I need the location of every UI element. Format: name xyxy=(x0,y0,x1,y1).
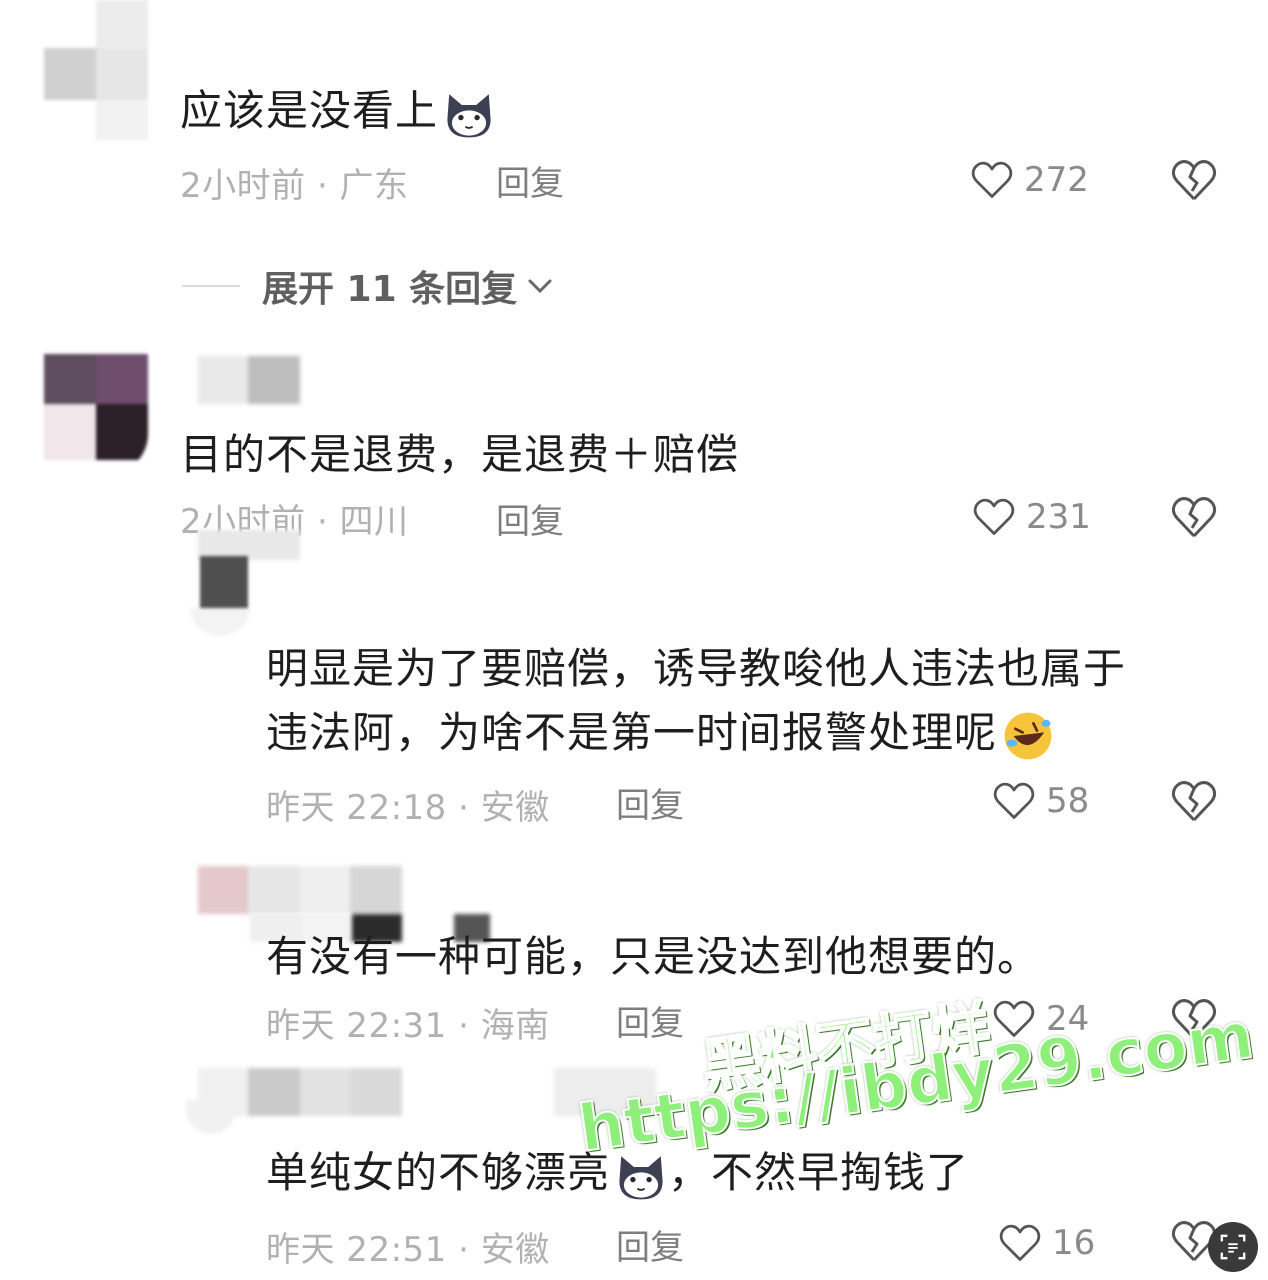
like-count: 16 xyxy=(1052,1223,1096,1263)
heart-icon xyxy=(999,1224,1041,1261)
reply-meta: 昨天 22:31 · 海南 xyxy=(266,1006,550,1046)
avatar[interactable] xyxy=(186,1100,236,1134)
like-button[interactable]: 272 xyxy=(970,155,1089,205)
like-count: 231 xyxy=(1026,497,1091,537)
divider xyxy=(182,285,240,287)
comment-text: 目的不是退费，是退费＋赔偿 xyxy=(180,430,740,479)
broken-heart-icon[interactable] xyxy=(1170,494,1218,540)
heart-icon xyxy=(971,161,1013,198)
expand-replies-button[interactable]: 展开 11 条回复 xyxy=(182,258,555,314)
reply-button[interactable]: 回复 xyxy=(616,778,684,827)
comment-text: 应该是没看上 xyxy=(180,82,496,141)
scan-button[interactable] xyxy=(1208,1222,1258,1272)
reply-text: 违法阿，为啥不是第一时间报警处理呢 xyxy=(266,704,1055,763)
broken-heart-icon[interactable] xyxy=(1170,778,1218,824)
like-count: 58 xyxy=(1046,781,1090,821)
like-button[interactable]: 58 xyxy=(992,776,1089,826)
broken-heart-icon[interactable] xyxy=(1170,157,1218,203)
cat-face-icon xyxy=(447,93,491,137)
reply-button[interactable]: 回复 xyxy=(496,156,564,205)
username[interactable] xyxy=(198,866,402,914)
like-button[interactable]: 16 xyxy=(998,1218,1095,1268)
reply-meta: 昨天 22:51 · 安徽 xyxy=(266,1230,550,1270)
avatar[interactable] xyxy=(44,0,148,140)
like-button[interactable]: 231 xyxy=(972,492,1091,542)
rolling-laughing-icon xyxy=(1004,712,1052,759)
like-count: 272 xyxy=(1024,160,1089,200)
heart-icon xyxy=(993,782,1035,819)
reply-text: 有没有一种可能，只是没达到他想要的。 xyxy=(266,932,1041,981)
scan-icon xyxy=(1220,1234,1246,1260)
comment-meta: 2小时前 · 广东 xyxy=(180,166,409,206)
expand-replies-label: 展开 11 条回复 xyxy=(262,269,518,310)
avatar[interactable] xyxy=(190,556,250,636)
chevron-down-icon xyxy=(528,279,552,294)
avatar[interactable] xyxy=(44,354,148,474)
username[interactable] xyxy=(198,356,300,404)
reply-text: 明显是为了要赔偿，诱导教唆他人违法也属于 xyxy=(266,644,1127,693)
reply-button[interactable]: 回复 xyxy=(616,1220,684,1269)
heart-icon xyxy=(973,498,1015,535)
reply-meta: 昨天 22:18 · 安徽 xyxy=(266,788,550,828)
reply-button[interactable]: 回复 xyxy=(496,494,564,543)
reply-button[interactable]: 回复 xyxy=(616,996,684,1045)
